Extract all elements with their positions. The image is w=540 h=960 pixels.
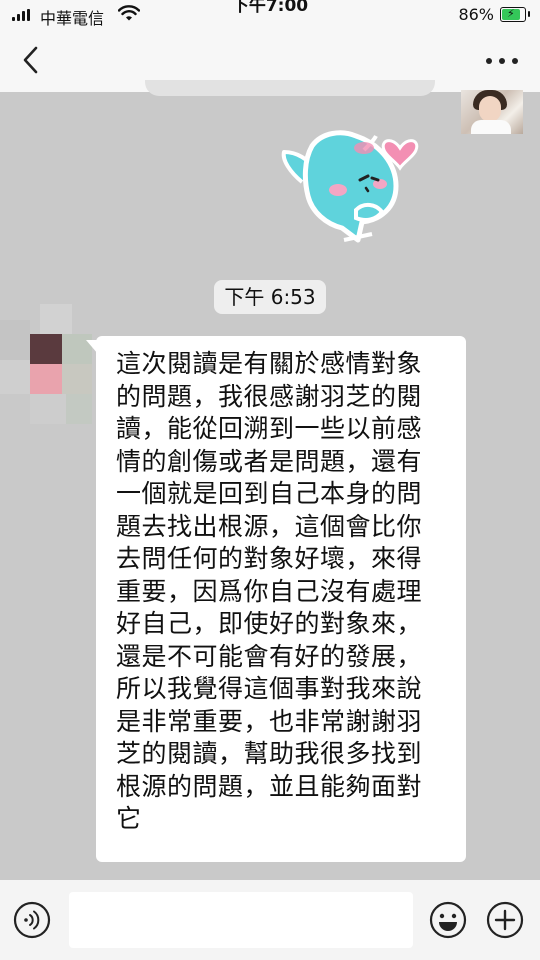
smiley-icon	[429, 901, 467, 939]
plus-circle-icon	[486, 901, 524, 939]
more-horizontal-icon	[486, 58, 492, 64]
message-timestamp: 下午 6:53	[214, 280, 326, 314]
dolphin-sticker[interactable]	[272, 122, 432, 252]
previous-message-edge	[145, 80, 435, 96]
chat-screen: 中華電信 下午7:00 86% ⚡ 下午 6:53 這次閱讀是有關於感情對象 的…	[0, 0, 540, 960]
battery-percent: 86%	[458, 5, 494, 24]
plus-button[interactable]	[485, 900, 525, 940]
voice-button[interactable]	[13, 901, 51, 939]
charging-bolt-icon: ⚡	[507, 7, 515, 20]
more-button[interactable]	[486, 56, 520, 66]
my-avatar[interactable]	[461, 90, 523, 134]
emoji-button[interactable]	[428, 900, 468, 940]
message-input[interactable]	[69, 892, 413, 948]
top-bar: 中華電信 下午7:00 86% ⚡	[0, 0, 540, 92]
voice-icon	[24, 910, 40, 930]
status-bar: 中華電信 下午7:00 86% ⚡	[0, 0, 540, 30]
chevron-left-icon	[23, 46, 38, 74]
message-text: 這次閱讀是有關於感情對象 的問題，我很感謝羽芝的閱 讀，能從回溯到一些以前感 情…	[116, 349, 423, 833]
back-button[interactable]	[16, 42, 48, 78]
battery-icon: ⚡	[500, 7, 530, 22]
sender-avatar-pixelated[interactable]	[0, 290, 100, 450]
input-bar	[0, 880, 540, 960]
